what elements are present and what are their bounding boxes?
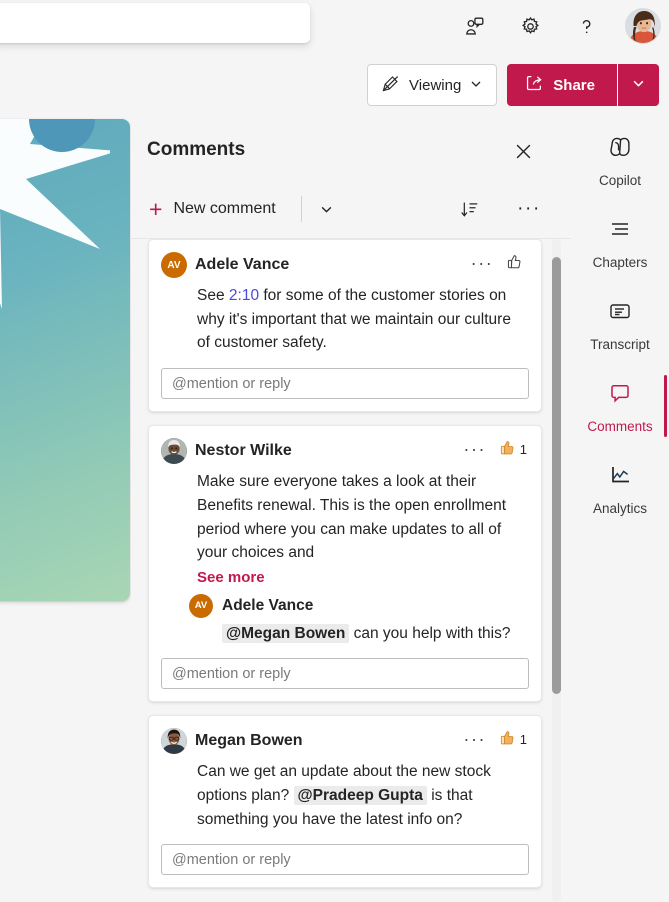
comment-card-adele-vance: AV Adele Vance ··· See 2:10 for some of … — [148, 239, 542, 413]
comment-author-name: Adele Vance — [195, 256, 290, 273]
scrollbar-thumb[interactable] — [552, 257, 561, 694]
comment-reply: AV Adele Vance @Megan Bowen can you help… — [161, 593, 529, 645]
like-button[interactable]: 1 — [496, 436, 529, 463]
page-title: Comments — [147, 139, 246, 160]
comments-list[interactable]: AV Adele Vance ··· See 2:10 for some of … — [131, 239, 571, 902]
comment-bubble-icon — [606, 379, 634, 412]
mention-chip[interactable]: @Pradeep Gupta — [293, 785, 427, 805]
analytics-chart-icon — [606, 461, 634, 494]
reply-input[interactable] — [161, 368, 529, 400]
toolbar-divider — [301, 196, 302, 222]
comment-body: Can we get an update about the new stock… — [161, 756, 529, 831]
copilot-icon — [606, 133, 634, 166]
sidebar-item-analytics[interactable]: Analytics — [571, 447, 669, 529]
sidebar-item-label: Copilot — [598, 172, 642, 188]
share-button-group: Share — [507, 64, 659, 106]
comment-body: See 2:10 for some of the customer storie… — [161, 280, 529, 355]
sidebar-item-label: Comments — [587, 418, 653, 434]
document-action-bar: Viewing Share — [367, 64, 659, 106]
plus-icon: + — [149, 195, 163, 222]
reply-header: AV Adele Vance — [189, 593, 529, 618]
chevron-down-icon — [470, 77, 482, 94]
avatar[interactable] — [625, 8, 661, 44]
viewing-mode-label: Viewing — [409, 76, 462, 94]
sidebar-item-comments[interactable]: Comments — [571, 365, 669, 447]
comment-author-name: Megan Bowen — [195, 732, 303, 750]
sidebar-item-label: Transcript — [590, 336, 650, 352]
video-player-thumbnail[interactable]: dership A — [0, 119, 130, 601]
timestamp-link[interactable]: 2:10 — [229, 287, 259, 304]
comments-panel: Comments + New comment ··· AV Adele Vanc… — [131, 119, 571, 902]
comment-card-megan-bowen: Megan Bowen ··· 1 Can we get an update a… — [148, 715, 542, 889]
close-icon[interactable] — [507, 135, 539, 167]
avatar-initials: AV — [161, 252, 187, 278]
new-comment-button[interactable]: + New comment — [145, 194, 280, 224]
comments-more-options-icon[interactable]: ··· — [513, 194, 545, 224]
side-rail: Copilot Chapters Transcript Comments Ana… — [571, 119, 669, 902]
comment-more-options-icon[interactable]: ··· — [461, 727, 489, 753]
reply-body: @Megan Bowen can you help with this? — [189, 618, 529, 645]
sidebar-item-copilot[interactable]: Copilot — [571, 119, 669, 201]
comment-actions: ··· 1 — [461, 726, 529, 753]
mention-chip[interactable]: @Megan Bowen — [222, 623, 350, 643]
new-comment-label: New comment — [173, 200, 276, 217]
viewing-mode-button[interactable]: Viewing — [367, 64, 498, 106]
reply-author-name: Adele Vance — [222, 596, 314, 614]
comment-actions: ··· 1 — [461, 436, 529, 463]
share-button[interactable]: Share — [507, 64, 617, 106]
sidebar-item-chapters[interactable]: Chapters — [571, 201, 669, 283]
new-comment-chevron-down-icon[interactable] — [311, 194, 341, 224]
sidebar-item-label: Analytics — [592, 500, 648, 516]
see-more-link[interactable]: See more — [197, 569, 265, 586]
thumbs-up-outline-icon — [505, 252, 523, 275]
like-button[interactable] — [503, 250, 529, 277]
sidebar-item-transcript[interactable]: Transcript — [571, 283, 669, 365]
thumbs-up-filled-icon — [498, 728, 516, 751]
help-question-icon[interactable] — [569, 9, 603, 43]
app-header — [0, 0, 669, 52]
comment-more-options-icon[interactable]: ··· — [461, 437, 489, 463]
comment-body: Make sure everyone takes a look at their… — [197, 473, 507, 562]
comment-header: Nestor Wilke ··· 1 — [161, 436, 529, 466]
comments-toolbar: + New comment ··· — [131, 181, 571, 239]
reply-text: can you help with this? — [349, 624, 511, 642]
comment-header: Megan Bowen ··· 1 — [161, 726, 529, 756]
comment-card-nestor-wilke: Nestor Wilke ··· 1 Make sure everyone ta… — [148, 425, 542, 703]
comment-actions: ··· — [468, 250, 529, 277]
avatar-photo — [161, 438, 187, 465]
reply-input[interactable] — [161, 658, 529, 690]
share-options-button[interactable] — [617, 64, 659, 106]
sort-descending-icon[interactable] — [453, 194, 485, 224]
settings-gear-icon[interactable] — [513, 9, 547, 43]
comment-header: AV Adele Vance ··· — [161, 250, 529, 280]
avatar-initials: AV — [189, 593, 213, 618]
share-arrow-icon — [525, 74, 543, 96]
avatar-photo — [161, 728, 187, 755]
pen-off-icon — [381, 74, 400, 97]
reply-input[interactable] — [161, 844, 529, 876]
comment-author-name: Nestor Wilke — [195, 442, 292, 460]
like-count: 1 — [519, 442, 527, 458]
share-button-label: Share — [553, 76, 595, 94]
like-button[interactable]: 1 — [496, 726, 529, 753]
sidebar-item-label: Chapters — [592, 254, 648, 270]
chevron-down-icon — [632, 77, 645, 93]
search-input[interactable] — [0, 3, 310, 43]
comments-panel-header: Comments — [131, 119, 571, 181]
header-icon-group — [457, 0, 661, 52]
comment-more-options-icon[interactable]: ··· — [468, 251, 496, 277]
like-count: 1 — [519, 732, 527, 748]
decorative-burst-graphic — [0, 119, 110, 309]
chapters-icon — [606, 215, 634, 248]
feedback-icon[interactable] — [457, 9, 491, 43]
comment-text-prefix: See — [197, 287, 229, 304]
transcript-icon — [606, 297, 634, 330]
thumbs-up-filled-icon — [498, 438, 516, 461]
